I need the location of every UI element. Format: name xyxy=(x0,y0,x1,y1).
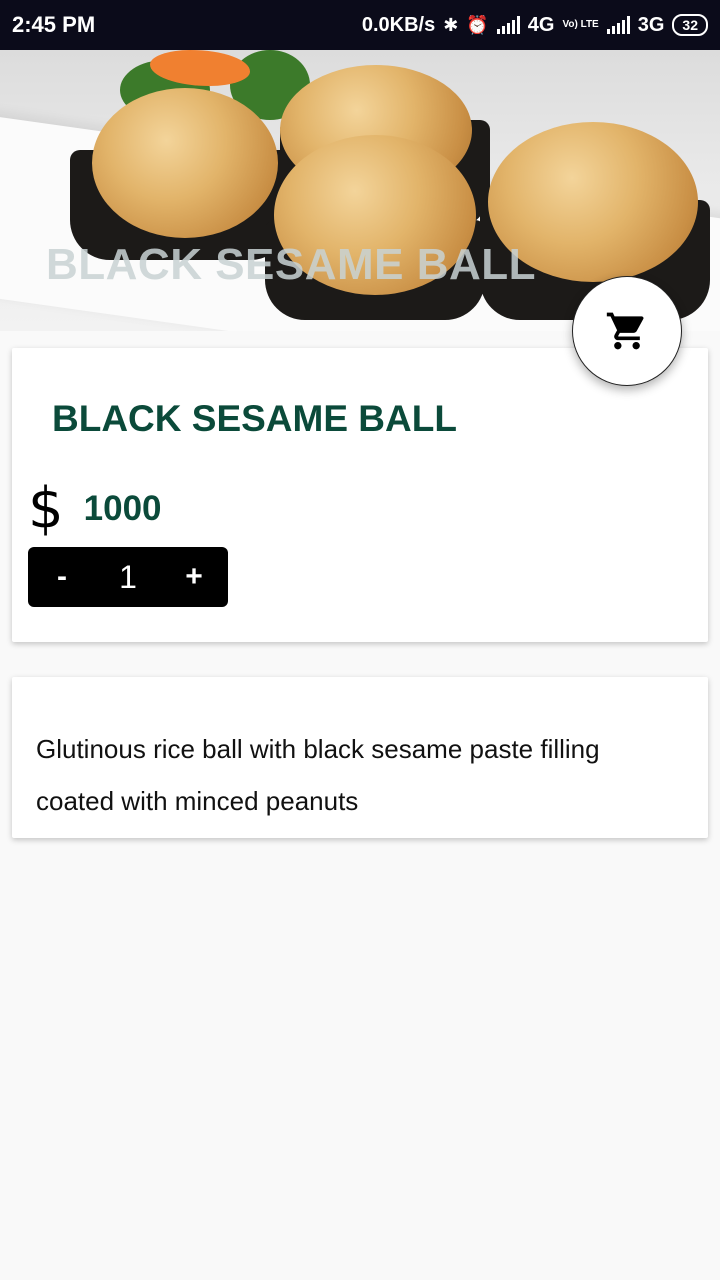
signal-icon-2 xyxy=(606,16,630,34)
sesame-ball xyxy=(92,88,278,238)
status-time: 2:45 PM xyxy=(12,12,96,37)
currency-symbol: $ xyxy=(28,476,64,541)
product-price: 1000 xyxy=(83,488,162,528)
quantity-value: 1 xyxy=(119,558,137,595)
alarm-icon: ⏰ xyxy=(466,14,489,35)
network-type-1: 4G xyxy=(527,13,555,36)
cart-icon xyxy=(606,312,644,350)
bluetooth-icon: ✱ xyxy=(443,14,459,35)
signal-icon xyxy=(496,16,520,34)
network-type-2: 3G xyxy=(637,13,665,36)
volte-icon: Vo) LTE xyxy=(562,19,599,30)
product-name: BLACK SESAME BALL xyxy=(52,398,457,439)
price-row: $ 1000 xyxy=(28,476,162,541)
battery-icon: 32 xyxy=(672,14,708,36)
hero-title-overlay: BLACK SESAME BALL xyxy=(46,240,537,289)
decrement-button[interactable]: - xyxy=(50,560,74,594)
cart-button[interactable] xyxy=(572,276,682,386)
increment-button[interactable]: + xyxy=(182,560,206,594)
status-bar: 2:45 PM 0.0KB/s ✱ ⏰ 4G Vo) LTE 3G 32 xyxy=(0,0,720,50)
description-card: Glutinous rice ball with black sesame pa… xyxy=(12,677,708,838)
product-card: BLACK SESAME BALL $ 1000 - 1 + xyxy=(12,348,708,642)
quantity-stepper: - 1 + xyxy=(28,547,228,607)
product-description: Glutinous rice ball with black sesame pa… xyxy=(36,734,600,816)
network-speed: 0.0KB/s xyxy=(361,13,436,36)
status-icons: 0.0KB/s ✱ ⏰ 4G Vo) LTE 3G 32 xyxy=(362,14,708,37)
